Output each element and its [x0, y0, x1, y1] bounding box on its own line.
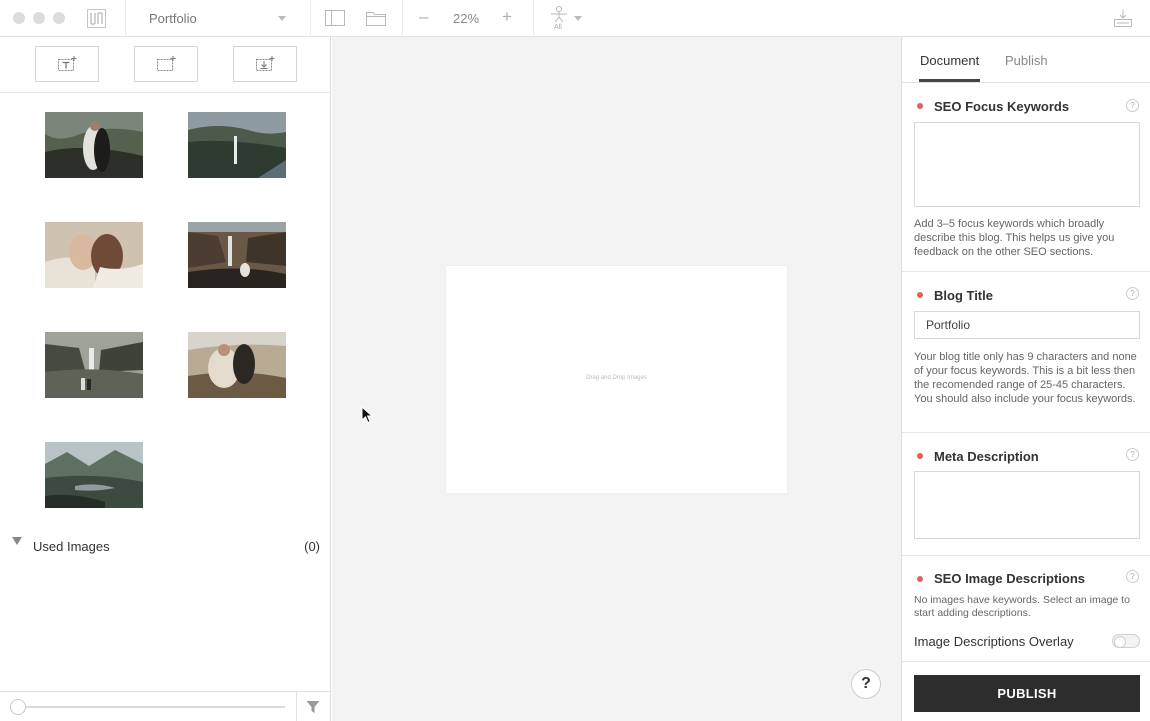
status-dot: [917, 292, 923, 298]
layout-page-dropzone[interactable]: Drag and Drop Images: [446, 266, 787, 493]
folder-icon[interactable]: [366, 10, 386, 26]
export-icon[interactable]: [1114, 9, 1132, 27]
mouse-cursor-icon: [361, 406, 373, 424]
help-icon[interactable]: ?: [1126, 99, 1139, 112]
document-select[interactable]: Portfolio: [136, 0, 300, 37]
seo-image-descriptions-section: SEO Image Descriptions ? No images have …: [902, 556, 1150, 662]
tab-document[interactable]: Document: [920, 53, 979, 68]
layout-canvas: Drag and Drop Images ?: [332, 37, 901, 721]
thumbnail-size-bar: [0, 691, 331, 721]
thumbnail-couple-closeup-sweaters[interactable]: [45, 222, 143, 288]
seo-images-help: No images have keywords. Select an image…: [914, 594, 1130, 619]
publish-button[interactable]: PUBLISH: [914, 675, 1140, 712]
device-filter-icon[interactable]: [549, 5, 569, 23]
used-images-section[interactable]: Used Images (0): [0, 530, 331, 562]
thumbnail-waterfall-sea-cliff[interactable]: [188, 112, 286, 178]
image-block-icon: [157, 56, 176, 71]
thumbnail-couple-embrace-cliff[interactable]: [45, 112, 143, 178]
window-close-button[interactable]: [13, 12, 25, 24]
status-dot: [917, 453, 923, 459]
sidebar-toggle-icon[interactable]: [325, 10, 345, 26]
image-descriptions-overlay-toggle[interactable]: [1112, 634, 1140, 648]
help-icon[interactable]: ?: [1126, 448, 1139, 461]
help-button[interactable]: ?: [851, 669, 881, 699]
zoom-out-button[interactable]: –: [419, 8, 428, 26]
section-title: SEO Focus Keywords: [934, 99, 1070, 114]
app-logo-icon: [87, 9, 106, 28]
device-filter-label: All: [554, 24, 562, 31]
meta-description-input[interactable]: [914, 471, 1140, 539]
text-block-icon: [58, 56, 77, 71]
dropzone-hint: Drag and Drop Images: [586, 375, 647, 381]
thumbnail-size-slider[interactable]: [17, 706, 285, 708]
thumbnail-valley-lake-landscape[interactable]: [45, 442, 143, 508]
add-text-block-button[interactable]: [35, 46, 99, 82]
zoom-level: 22%: [453, 11, 480, 26]
status-dot: [917, 103, 923, 109]
meta-description-section: Meta Description ?: [902, 433, 1150, 556]
section-title: Blog Title: [934, 288, 993, 303]
tab-publish[interactable]: Publish: [1005, 53, 1048, 68]
document-select-label: Portfolio: [149, 11, 197, 26]
chevron-down-icon[interactable]: [574, 16, 582, 21]
image-library-panel: Used Images (0): [0, 37, 331, 721]
import-image-icon: [256, 56, 275, 71]
used-images-label: Used Images: [33, 539, 110, 554]
slider-handle[interactable]: [10, 699, 26, 715]
seo-keywords-input[interactable]: [914, 122, 1140, 207]
help-icon[interactable]: ?: [1126, 287, 1139, 300]
top-toolbar: Portfolio – 22% + All: [0, 0, 1150, 37]
thumbnail-couple-sitting-hillside[interactable]: [188, 332, 286, 398]
filter-icon[interactable]: [306, 700, 320, 714]
active-tab-indicator: [919, 79, 980, 82]
thumbnail-waterfall-canyon-couple[interactable]: [188, 222, 286, 288]
thumbnail-couple-walking-waterfall[interactable]: [45, 332, 143, 398]
blog-title-feedback: Your blog title only has 9 characters an…: [914, 351, 1137, 405]
chevron-down-icon: [278, 16, 286, 21]
help-icon[interactable]: ?: [1126, 570, 1139, 583]
blog-title-section: Blog Title ? Your blog title only has 9 …: [902, 272, 1150, 433]
add-image-block-button[interactable]: [134, 46, 198, 82]
disclosure-triangle-icon[interactable]: [12, 537, 22, 545]
zoom-in-button[interactable]: +: [502, 8, 512, 26]
inspector-tabs: Document Publish: [902, 37, 1150, 83]
blog-title-input[interactable]: [914, 311, 1140, 339]
window-minimize-button[interactable]: [33, 12, 45, 24]
import-image-button[interactable]: [233, 46, 297, 82]
overlay-toggle-label: Image Descriptions Overlay: [914, 634, 1074, 649]
section-title: SEO Image Descriptions: [934, 571, 1085, 586]
seo-keywords-section: SEO Focus Keywords ? Add 3–5 focus keywo…: [902, 83, 1150, 272]
section-title: Meta Description: [934, 449, 1039, 464]
used-images-count: (0): [304, 539, 320, 554]
inspector-panel: Document Publish SEO Focus Keywords ? Ad…: [901, 37, 1150, 721]
seo-keywords-help: Add 3–5 focus keywords which broadly des…: [914, 218, 1115, 258]
window-zoom-button[interactable]: [53, 12, 65, 24]
add-block-row: [0, 37, 331, 93]
status-dot: [917, 576, 923, 582]
